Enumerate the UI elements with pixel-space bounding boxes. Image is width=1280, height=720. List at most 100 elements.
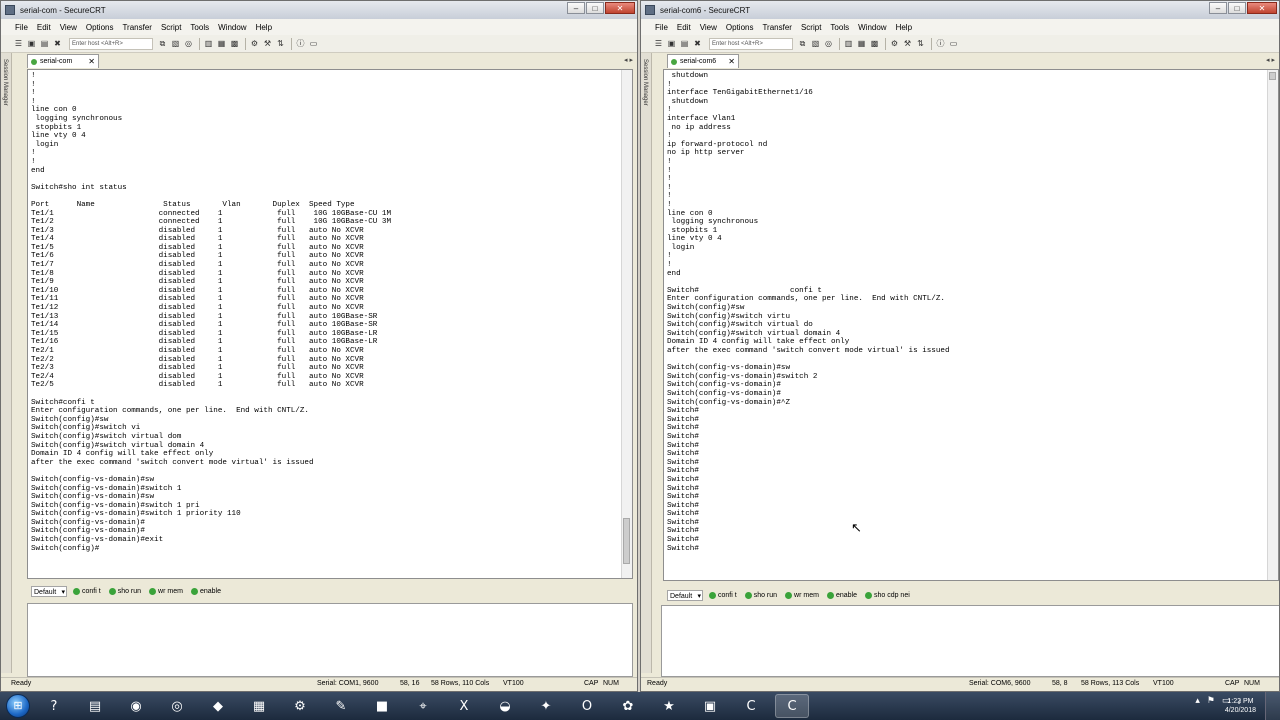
terminal-scrollbar[interactable] <box>1267 70 1278 580</box>
taskbar-terminal-icon[interactable]: ■ <box>365 694 399 718</box>
host-input[interactable]: Enter host <Alt+R> <box>709 37 793 50</box>
taskbar-calculator-icon[interactable]: ▦ <box>242 694 276 718</box>
flag-icon[interactable]: ⚑ <box>1207 695 1215 706</box>
connect-in-tab-icon[interactable]: ▤ <box>39 38 50 49</box>
connect-icon[interactable]: ☰ <box>13 38 24 49</box>
disconnect-icon[interactable]: ✖ <box>52 38 63 49</box>
show-desktop-button[interactable] <box>1265 692 1280 720</box>
tab-scroll-arrows-icon[interactable]: ◂ ▸ <box>624 56 633 64</box>
menu-view[interactable]: View <box>700 23 717 32</box>
start-button[interactable]: ⊞ <box>6 694 30 718</box>
menu-options[interactable]: Options <box>86 23 114 32</box>
tab-serial-com6[interactable]: serial-com6 ✕ <box>667 54 739 68</box>
minimize-button[interactable]: – <box>567 2 585 14</box>
session-manager-strip[interactable]: Session Manager <box>1 53 12 673</box>
minimize-button[interactable]: – <box>1209 2 1227 14</box>
button-wr-mem[interactable]: wr mem <box>785 592 819 599</box>
button-bar-combo[interactable]: Default <box>31 586 67 598</box>
taskbar-chrome-icon[interactable]: ◎ <box>160 694 194 718</box>
find-icon[interactable]: ◎ <box>823 38 834 49</box>
menu-file[interactable]: File <box>15 23 28 32</box>
taskbar-paint-icon[interactable]: ✿ <box>611 694 645 718</box>
taskbar-explorer-icon[interactable]: ▤ <box>78 694 112 718</box>
menu-script[interactable]: Script <box>161 23 181 32</box>
scrollbar-thumb[interactable] <box>1269 72 1276 80</box>
taskbar-network-tool-icon[interactable]: ⚙ <box>283 694 317 718</box>
button-sho-cdp-nei[interactable]: sho cdp nei <box>864 592 910 599</box>
button-enable[interactable]: enable <box>826 592 857 599</box>
menu-window[interactable]: Window <box>218 23 246 32</box>
tab-scroll-arrows-icon[interactable]: ◂ ▸ <box>1266 56 1275 64</box>
button-sho-run[interactable]: sho run <box>108 588 141 595</box>
find-icon[interactable]: ◎ <box>183 38 194 49</box>
button-confi-t[interactable]: confi t <box>709 592 737 599</box>
keymap-icon[interactable]: ▭ <box>948 38 959 49</box>
taskbar-securecrt-icon[interactable]: ◆ <box>201 694 235 718</box>
close-button[interactable]: ✕ <box>605 2 635 14</box>
menu-tools[interactable]: Tools <box>190 23 209 32</box>
taskbar-clock[interactable]: 1:22 PM 4/20/2018 <box>1225 697 1256 715</box>
tab-serial-com[interactable]: serial-com ✕ <box>27 54 99 68</box>
print-setup-icon[interactable]: ▦ <box>856 38 867 49</box>
terminal-pane[interactable]: shutdown ! interface TenGigabitEthernet1… <box>663 69 1279 581</box>
copy-icon[interactable]: ⧉ <box>797 38 808 49</box>
close-button[interactable]: ✕ <box>1247 2 1277 14</box>
menu-help[interactable]: Help <box>896 23 912 32</box>
maximize-button[interactable]: □ <box>586 2 604 14</box>
print-icon[interactable]: ▥ <box>203 38 214 49</box>
menu-transfer[interactable]: Transfer <box>122 23 152 32</box>
keymap-icon[interactable]: ▭ <box>308 38 319 49</box>
button-enable[interactable]: enable <box>190 588 221 595</box>
taskbar-crt-icon[interactable]: C <box>775 694 809 718</box>
terminal-scrollbar[interactable] <box>621 70 632 578</box>
quick-connect-icon[interactable]: ▣ <box>26 38 37 49</box>
command-window[interactable] <box>27 603 633 677</box>
sftp-icon[interactable]: ⇅ <box>915 38 926 49</box>
session-manager-strip[interactable]: Session Manager <box>641 53 652 673</box>
print-icon[interactable]: ▥ <box>843 38 854 49</box>
log-icon[interactable]: ▩ <box>229 38 240 49</box>
taskbar-vpn-icon[interactable]: ◒ <box>488 694 522 718</box>
tray-expand-icon[interactable]: ▴ <box>1195 695 1200 706</box>
menu-script[interactable]: Script <box>801 23 821 32</box>
help-icon[interactable]: ⓘ <box>295 38 306 49</box>
paste-icon[interactable]: ▧ <box>810 38 821 49</box>
menu-file[interactable]: File <box>655 23 668 32</box>
taskbar-monitor-icon[interactable]: ▣ <box>693 694 727 718</box>
global-options-icon[interactable]: ⚒ <box>902 38 913 49</box>
taskbar-notes-icon[interactable]: ✎ <box>324 694 358 718</box>
securecrt-window-left[interactable]: serial-com - SecureCRT – □ ✕ File Edit V… <box>0 0 638 692</box>
command-window[interactable] <box>661 605 1279 677</box>
button-wr-mem[interactable]: wr mem <box>149 588 183 595</box>
taskbar-putty-icon[interactable]: ⌖ <box>406 694 440 718</box>
tab-close-icon[interactable]: ✕ <box>88 57 95 66</box>
scrollbar-thumb[interactable] <box>623 518 630 564</box>
connect-in-tab-icon[interactable]: ▤ <box>679 38 690 49</box>
disconnect-icon[interactable]: ✖ <box>692 38 703 49</box>
settings-icon[interactable]: ⚙ <box>889 38 900 49</box>
print-setup-icon[interactable]: ▦ <box>216 38 227 49</box>
taskbar-camtasia-icon[interactable]: C <box>734 694 768 718</box>
taskbar-help-icon[interactable]: ? <box>37 694 71 718</box>
menu-transfer[interactable]: Transfer <box>762 23 792 32</box>
quick-connect-icon[interactable]: ▣ <box>666 38 677 49</box>
menu-options[interactable]: Options <box>726 23 754 32</box>
title-bar[interactable]: serial-com6 - SecureCRT – □ ✕ <box>641 1 1279 19</box>
menu-window[interactable]: Window <box>858 23 886 32</box>
taskbar-system-icon[interactable]: ★ <box>652 694 686 718</box>
host-input[interactable]: Enter host <Alt+R> <box>69 37 153 50</box>
menu-edit[interactable]: Edit <box>677 23 691 32</box>
copy-icon[interactable]: ⧉ <box>157 38 168 49</box>
taskbar-tools-icon[interactable]: ✦ <box>529 694 563 718</box>
securecrt-window-right[interactable]: serial-com6 - SecureCRT – □ ✕ File Edit … <box>640 0 1280 692</box>
menu-edit[interactable]: Edit <box>37 23 51 32</box>
paste-icon[interactable]: ▧ <box>170 38 181 49</box>
terminal-pane[interactable]: ! ! ! ! line con 0 logging synchronous s… <box>27 69 633 579</box>
sftp-icon[interactable]: ⇅ <box>275 38 286 49</box>
global-options-icon[interactable]: ⚒ <box>262 38 273 49</box>
title-bar[interactable]: serial-com - SecureCRT – □ ✕ <box>1 1 637 19</box>
button-sho-run[interactable]: sho run <box>744 592 777 599</box>
taskbar-firefox-icon[interactable]: ◉ <box>119 694 153 718</box>
taskbar-outlook-icon[interactable]: O <box>570 694 604 718</box>
maximize-button[interactable]: □ <box>1228 2 1246 14</box>
